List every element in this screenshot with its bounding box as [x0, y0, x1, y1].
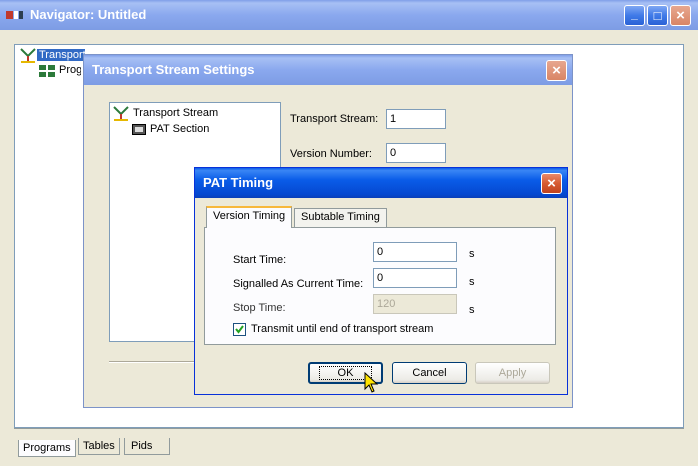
mouse-cursor-icon	[364, 371, 380, 396]
apply-button[interactable]: Apply	[475, 362, 550, 384]
pat-section-icon	[132, 124, 146, 135]
version-number-input[interactable]: 0	[386, 143, 446, 163]
tab-tables[interactable]: Tables	[78, 438, 120, 455]
transmit-checkbox-label: Transmit until end of transport stream	[251, 323, 434, 335]
close-icon: ×	[547, 175, 556, 192]
close-icon: ×	[552, 62, 561, 79]
ts-tree-item-transport-stream[interactable]: Transport Stream	[133, 107, 218, 119]
tree-item-programs[interactable]: Programs	[59, 64, 81, 76]
stop-time-unit: s	[469, 304, 475, 316]
tree-item-transport-stream[interactable]: Transport Stream	[37, 49, 85, 61]
tab-version-timing[interactable]: Version Timing	[206, 206, 293, 228]
pat-timing-dialog: PAT Timing × Version Timing Subtable Tim…	[194, 167, 568, 395]
transmit-checkbox[interactable]	[233, 323, 246, 336]
signalled-time-input[interactable]: 0	[373, 268, 457, 288]
navigator-titlebar[interactable]: Navigator: Untitled _ □ ×	[0, 0, 698, 30]
close-button[interactable]: ×	[670, 5, 691, 26]
tab-programs[interactable]: Programs	[18, 440, 76, 457]
close-icon: ×	[676, 7, 685, 24]
stop-time-input[interactable]: 120	[373, 294, 457, 314]
bottom-tab-bar	[14, 428, 684, 429]
start-time-input[interactable]: 0	[373, 242, 457, 262]
transport-stream-icon	[20, 48, 36, 64]
pat-title: PAT Timing	[203, 175, 274, 190]
start-time-label: Start Time:	[233, 254, 287, 266]
checkmark-icon	[235, 325, 244, 334]
minimize-icon: _	[631, 6, 638, 21]
tab-subtable-timing[interactable]: Subtable Timing	[294, 208, 387, 228]
programs-icon	[39, 65, 55, 77]
navigator-title: Navigator: Untitled	[30, 7, 147, 22]
maximize-icon: □	[653, 8, 662, 23]
maximize-button[interactable]: □	[647, 5, 668, 26]
stop-time-label: Stop Time:	[233, 302, 286, 314]
minimize-button[interactable]: _	[624, 5, 645, 26]
pat-titlebar[interactable]: PAT Timing ×	[195, 168, 567, 198]
transport-stream-icon	[113, 106, 129, 122]
signalled-time-unit: s	[469, 276, 475, 288]
ts-settings-titlebar[interactable]: Transport Stream Settings ×	[84, 55, 572, 85]
tab-panel: Start Time: 0 s Signalled As Current Tim…	[204, 227, 556, 345]
start-time-unit: s	[469, 248, 475, 260]
ts-close-button[interactable]: ×	[546, 60, 567, 81]
signalled-time-label: Signalled As Current Time:	[233, 278, 364, 290]
pat-close-button[interactable]: ×	[541, 173, 562, 194]
app-icon	[6, 8, 24, 22]
tab-pids[interactable]: Pids	[124, 438, 170, 455]
transport-stream-input[interactable]: 1	[386, 109, 446, 129]
cancel-button[interactable]: Cancel	[392, 362, 467, 384]
version-number-label: Version Number:	[290, 148, 372, 160]
ts-settings-title: Transport Stream Settings	[92, 62, 255, 77]
transport-stream-label: Transport Stream:	[290, 113, 379, 125]
ts-tree-item-pat-section[interactable]: PAT Section	[150, 123, 209, 135]
